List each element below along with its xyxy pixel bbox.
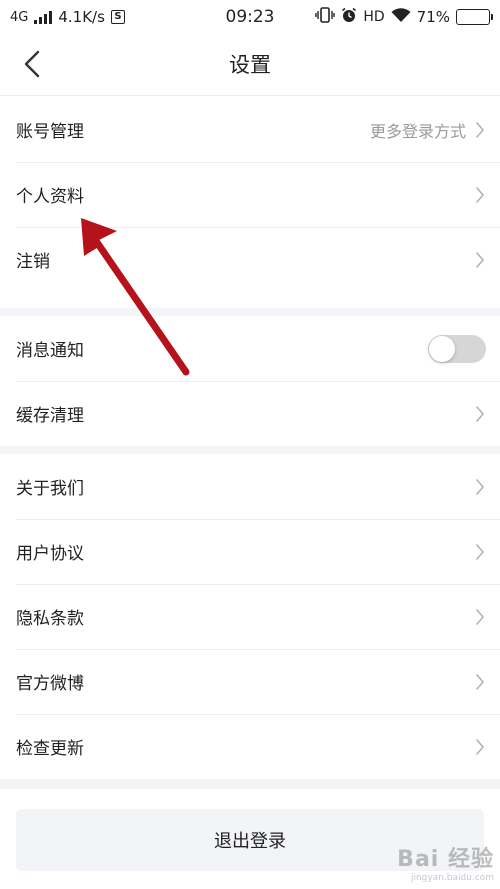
- chevron-right-icon: [474, 405, 486, 423]
- chevron-right-icon: [474, 251, 486, 269]
- row-clear-cache[interactable]: 缓存清理: [0, 381, 500, 446]
- chevron-right-icon: [474, 673, 486, 691]
- nav-bar: 设置: [0, 34, 500, 96]
- chevron-right-icon: [474, 543, 486, 561]
- chevron-right-icon: [474, 738, 486, 756]
- row-check-update[interactable]: 检查更新: [0, 714, 500, 779]
- watermark: Bai 经验 jingyan.baidu.com: [397, 841, 494, 883]
- battery-icon: [456, 9, 493, 25]
- vibrate-icon: [315, 7, 336, 27]
- hd-label: HD: [363, 9, 385, 25]
- status-bar: 4G 4.1K/s S 09:23 HD 71%: [0, 0, 500, 34]
- row-deregister[interactable]: 注销: [0, 227, 500, 292]
- watermark-sub: jingyan.baidu.com: [410, 873, 494, 883]
- row-label: 官方微博: [16, 674, 84, 694]
- toggle-knob: [429, 335, 455, 362]
- chevron-right-icon: [474, 121, 486, 139]
- row-account-management[interactable]: 账号管理 更多登录方式: [0, 97, 500, 162]
- signal-icon: [34, 10, 53, 24]
- alarm-icon: [341, 7, 357, 27]
- row-label: 隐私条款: [16, 609, 84, 629]
- settings-group-account: 账号管理 更多登录方式 个人资料 注销: [0, 97, 500, 292]
- section-divider: [0, 779, 500, 789]
- row-label: 个人资料: [16, 187, 84, 207]
- row-label: 用户协议: [16, 544, 84, 564]
- wifi-icon: [391, 7, 411, 27]
- settings-group-about: 关于我们 用户协议 隐私条款 官方微博 检查更新: [0, 454, 500, 779]
- row-label: 关于我们: [16, 479, 84, 499]
- row-profile[interactable]: 个人资料: [0, 162, 500, 227]
- row-label: 注销: [16, 252, 50, 272]
- row-label: 消息通知: [16, 341, 84, 361]
- network-speed: 4.1K/s: [58, 8, 105, 26]
- page-title: 设置: [229, 53, 271, 77]
- row-privacy-policy[interactable]: 隐私条款: [0, 584, 500, 649]
- chevron-right-icon: [474, 608, 486, 626]
- row-notifications: 消息通知: [0, 316, 500, 381]
- s-badge-icon: S: [110, 10, 125, 24]
- row-official-weibo[interactable]: 官方微博: [0, 649, 500, 714]
- chevron-right-icon: [474, 186, 486, 204]
- section-divider: [0, 446, 500, 454]
- watermark-main: Bai 经验: [397, 847, 494, 872]
- section-divider: [0, 308, 500, 316]
- row-about-us[interactable]: 关于我们: [0, 454, 500, 519]
- row-label: 缓存清理: [16, 406, 84, 426]
- settings-group-app: 消息通知 缓存清理: [0, 316, 500, 446]
- row-label: 检查更新: [16, 739, 84, 759]
- notification-toggle[interactable]: [428, 334, 486, 363]
- network-type: 4G: [10, 9, 29, 25]
- row-label: 账号管理: [16, 122, 84, 142]
- chevron-right-icon: [474, 478, 486, 496]
- battery-percent: 71%: [416, 8, 450, 26]
- row-value: 更多登录方式: [369, 121, 466, 141]
- row-user-agreement[interactable]: 用户协议: [0, 519, 500, 584]
